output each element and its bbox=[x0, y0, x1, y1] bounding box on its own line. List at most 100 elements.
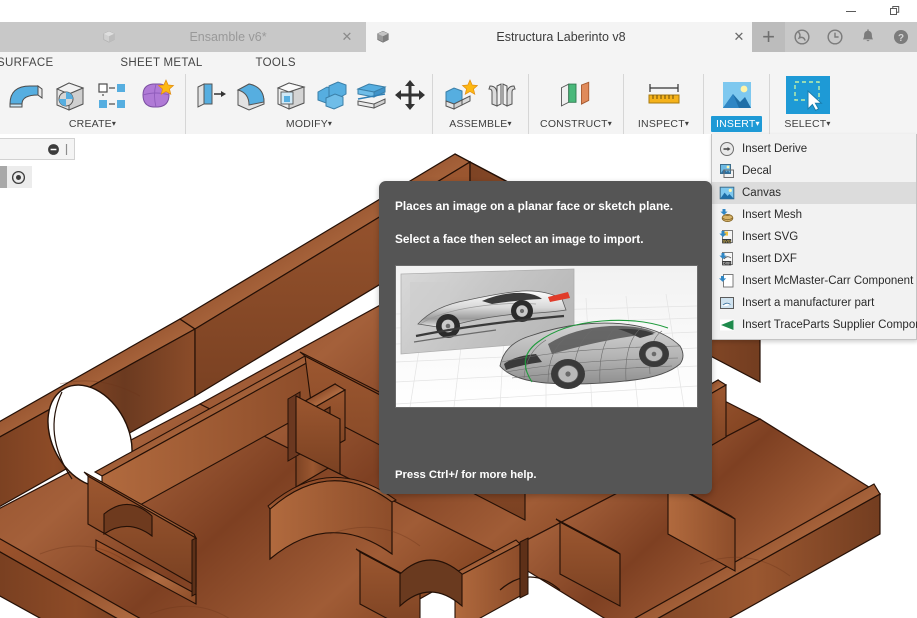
move-copy-button[interactable] bbox=[393, 76, 427, 114]
new-component-icon bbox=[445, 79, 479, 110]
ribbon-tab-row: SURFACE SHEET METAL TOOLS bbox=[0, 52, 917, 74]
ribbon-group-modify: MODIFY▾ bbox=[185, 74, 432, 134]
notifications-button[interactable] bbox=[851, 22, 884, 52]
ribbon-group-inspect: INSPECT▾ bbox=[623, 74, 703, 134]
ribbon-group-select: SELECT▾ bbox=[769, 74, 845, 134]
create-form-button[interactable] bbox=[135, 76, 178, 114]
create-buttons bbox=[7, 76, 178, 114]
insert-label-text: INSERT bbox=[716, 118, 756, 130]
insert-group-label[interactable]: INSERT▾ bbox=[711, 116, 762, 132]
assemble-buttons bbox=[440, 76, 521, 114]
menu-item-decal[interactable]: Decal bbox=[712, 160, 916, 182]
ribbon-tab-tools[interactable]: TOOLS bbox=[242, 54, 310, 72]
collapse-icon[interactable] bbox=[47, 143, 60, 156]
title-bar bbox=[0, 0, 917, 22]
fillet-button[interactable] bbox=[233, 76, 269, 114]
browser-indent-bar bbox=[0, 166, 7, 188]
resize-handle-icon[interactable] bbox=[64, 143, 69, 156]
menu-item-canvas[interactable]: Canvas bbox=[712, 182, 916, 204]
menu-item-insert-svg[interactable]: SVG Insert SVG bbox=[712, 226, 916, 248]
document-tab-estructura-laberinto[interactable]: Estructura Laberinto v8 ✕ bbox=[366, 22, 754, 52]
offset-face-button[interactable] bbox=[353, 76, 389, 114]
select-window-button[interactable] bbox=[785, 76, 830, 114]
decal-icon bbox=[720, 164, 734, 178]
select-buttons bbox=[777, 76, 838, 114]
inspect-group-label[interactable]: INSPECT▾ bbox=[631, 118, 696, 134]
svg-text:?: ? bbox=[897, 33, 903, 44]
ribbon-tab-surface[interactable]: SURFACE bbox=[0, 54, 67, 72]
chevron-down-icon: ▾ bbox=[607, 119, 612, 128]
menu-item-insert-mesh[interactable]: Insert Mesh bbox=[712, 204, 916, 226]
menu-item-label: Insert DXF bbox=[742, 253, 797, 265]
menu-item-insert-dxf[interactable]: DXF Insert DXF bbox=[712, 248, 916, 270]
sphere-cut-button[interactable] bbox=[50, 76, 89, 114]
shell-button[interactable] bbox=[273, 76, 309, 114]
cube-icon bbox=[377, 30, 389, 43]
insert-canvas-button[interactable] bbox=[717, 76, 757, 114]
select-label-text: SELECT bbox=[784, 118, 827, 130]
minimize-button[interactable] bbox=[829, 0, 873, 22]
window-controls bbox=[829, 0, 917, 22]
car-canvas-preview-icon bbox=[396, 266, 697, 408]
tooltip-footer: Press Ctrl+/ for more help. bbox=[395, 469, 537, 481]
pattern-button[interactable] bbox=[93, 76, 132, 114]
chevron-down-icon: ▾ bbox=[755, 119, 760, 128]
job-status-button[interactable] bbox=[818, 22, 851, 52]
chevron-down-icon: ▾ bbox=[826, 119, 831, 128]
document-tab-ensamble[interactable]: Ensamble v6* ✕ bbox=[92, 22, 362, 52]
revolve-button[interactable] bbox=[7, 76, 46, 114]
globe-icon bbox=[793, 29, 810, 45]
combine-button[interactable] bbox=[313, 76, 349, 114]
joint-button[interactable] bbox=[483, 76, 522, 114]
assemble-group-label[interactable]: ASSEMBLE▾ bbox=[440, 118, 521, 134]
ribbon-tab-sheet-metal[interactable]: SHEET METAL bbox=[106, 54, 216, 72]
restore-button[interactable] bbox=[873, 0, 917, 22]
insert-buttons bbox=[711, 76, 762, 114]
restore-icon bbox=[890, 6, 900, 15]
insert-mesh-icon bbox=[720, 209, 734, 223]
offset-plane-button[interactable] bbox=[556, 76, 596, 114]
menu-item-insert-mcmaster-carr[interactable]: Insert McMaster-Carr Component bbox=[712, 270, 916, 292]
ribbon-group-create: CREATE▾ bbox=[0, 74, 185, 134]
modify-group-label[interactable]: MODIFY▾ bbox=[193, 118, 425, 134]
cube-icon bbox=[103, 30, 115, 43]
canvas-tooltip: Places an image on a planar face or sket… bbox=[379, 181, 712, 494]
measure-button[interactable] bbox=[644, 76, 684, 114]
offset-plane-icon bbox=[561, 81, 590, 107]
new-tab-button[interactable]: + bbox=[752, 22, 785, 52]
offset-face-icon bbox=[356, 83, 387, 109]
menu-item-label: Insert Derive bbox=[742, 143, 808, 155]
menu-item-insert-traceparts[interactable]: Insert TraceParts Supplier Component bbox=[712, 314, 917, 336]
modify-buttons bbox=[193, 76, 425, 114]
new-component-button[interactable] bbox=[440, 76, 479, 114]
construct-group-label[interactable]: CONSTRUCT▾ bbox=[536, 118, 616, 134]
svg-text:DXF: DXF bbox=[723, 261, 732, 266]
visibility-eye-icon[interactable] bbox=[11, 170, 26, 185]
menu-item-label: Decal bbox=[742, 165, 772, 177]
extensions-button[interactable] bbox=[785, 22, 818, 52]
pattern-icon bbox=[98, 83, 125, 108]
tab-close-icon[interactable]: ✕ bbox=[340, 29, 354, 45]
manufacturer-part-icon bbox=[720, 297, 734, 309]
canvas-icon bbox=[719, 186, 735, 200]
create-group-label[interactable]: CREATE▾ bbox=[7, 118, 178, 134]
select-window-icon bbox=[793, 81, 823, 112]
menu-item-insert-derive[interactable]: Insert Derive bbox=[712, 138, 916, 160]
tab-close-icon[interactable]: ✕ bbox=[732, 29, 746, 45]
construct-buttons bbox=[536, 76, 616, 114]
tooltip-preview-image bbox=[395, 265, 698, 409]
traceparts-icon bbox=[720, 319, 734, 331]
help-button[interactable]: ? bbox=[884, 22, 917, 52]
insert-svg-icon: SVG bbox=[719, 230, 733, 244]
combine-icon bbox=[317, 81, 347, 110]
question-icon: ? bbox=[893, 29, 908, 45]
menu-item-insert-manufacturer-part[interactable]: Insert a manufacturer part bbox=[712, 292, 916, 314]
browser-visibility-row bbox=[0, 166, 32, 188]
construct-label-text: CONSTRUCT bbox=[540, 118, 608, 130]
chevron-down-icon: ▾ bbox=[507, 119, 512, 128]
press-pull-button[interactable] bbox=[193, 76, 229, 114]
create-label-text: CREATE bbox=[68, 118, 112, 130]
mcmaster-carr-icon bbox=[719, 274, 734, 288]
select-group-label[interactable]: SELECT▾ bbox=[777, 118, 838, 134]
insert-canvas-icon bbox=[722, 82, 751, 108]
